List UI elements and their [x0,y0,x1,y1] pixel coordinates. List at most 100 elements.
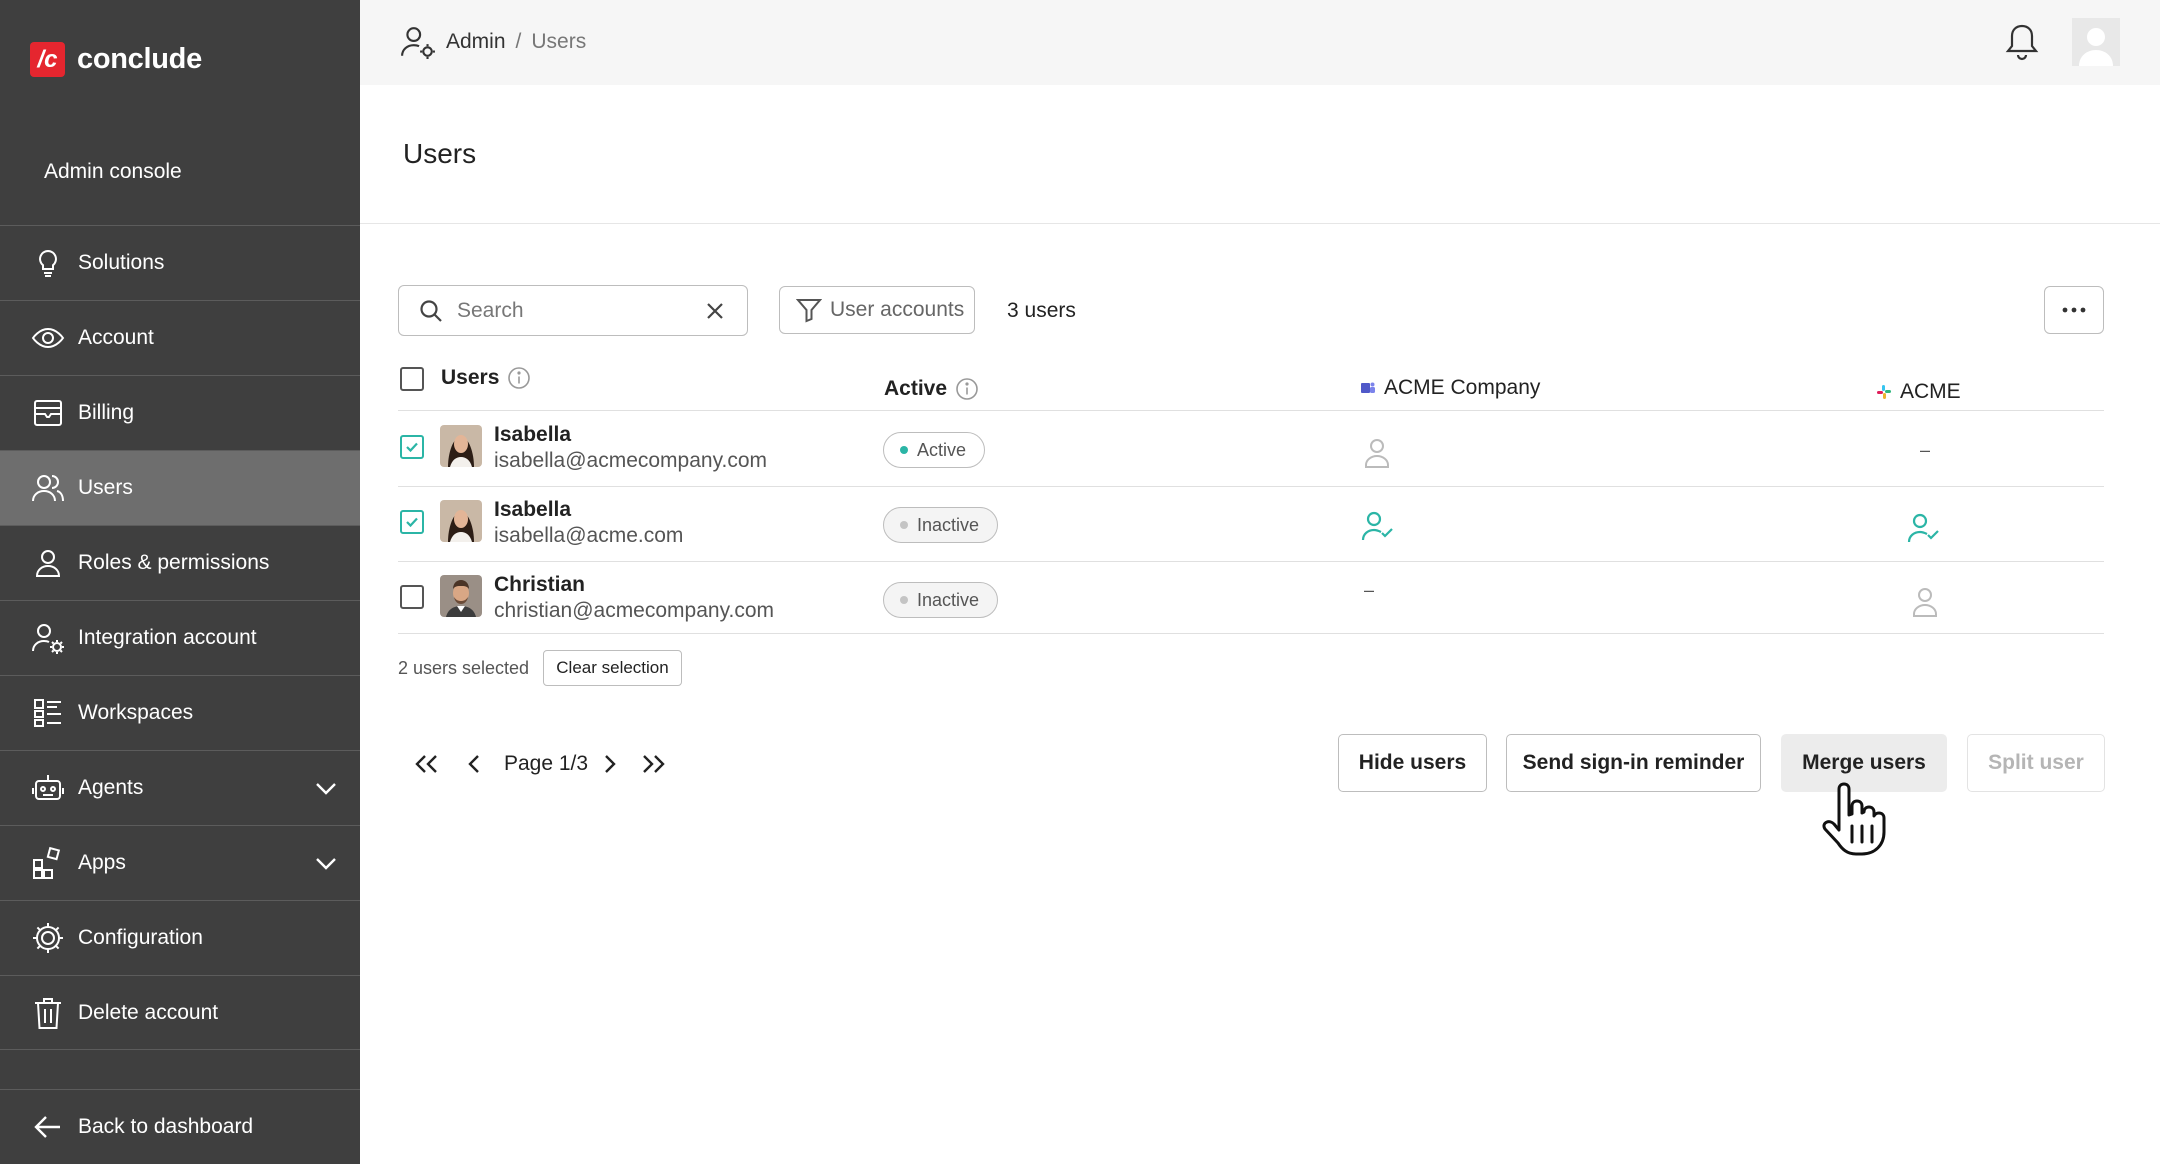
billing-icon [30,395,66,431]
sidebar-item-label: Configuration [78,926,203,949]
sidebar-item-integration[interactable]: Integration account [0,600,360,675]
search-input[interactable] [457,298,697,323]
admin-console-label: Admin console [44,160,182,183]
person-gear-icon [401,27,435,59]
last-page-button[interactable] [638,748,670,780]
page-title: Users [403,138,477,169]
avatar [440,500,482,542]
chevron-right-icon [605,755,616,773]
next-page-button[interactable] [594,748,626,780]
sidebar-item-users[interactable]: Users [0,450,360,525]
select-all-checkbox[interactable] [400,367,424,391]
teams-icon [1361,382,1375,393]
chevron-left-icon [468,755,479,773]
bell-icon[interactable] [2004,22,2040,62]
user-email: isabella@acmecompany.com [494,449,768,472]
sidebar-item-label: Roles & permissions [78,551,270,574]
previous-page-button[interactable] [458,748,490,780]
user-avatar[interactable] [2072,18,2120,66]
column-header-acme-company: ACME Company [1360,376,1540,400]
column-header-acme: ACME [1876,380,1961,404]
back-label: Back to dashboard [78,1115,254,1138]
sidebar: /c conclude Admin console Solutions Acco… [0,0,360,1164]
more-options-button[interactable] [2044,286,2104,334]
sidebar-item-label: Account [78,326,154,349]
logo-mark: /c [30,42,65,77]
status-label: Inactive [917,514,980,535]
info-icon[interactable] [955,377,979,401]
avatar [440,425,482,467]
close-icon[interactable] [705,301,725,321]
first-page-button[interactable] [410,748,442,780]
status-dot [900,521,908,529]
column-header-active: Active [884,377,979,401]
search-box[interactable] [398,285,748,336]
sidebar-item-workspaces[interactable]: Workspaces [0,675,360,750]
user-count: 3 users [1007,299,1076,322]
arrow-left-icon [30,1109,66,1145]
sidebar-item-solutions[interactable]: Solutions [0,225,360,300]
sidebar-item-label: Workspaces [78,701,194,724]
user-name: Isabella [494,423,572,446]
clear-selection-button[interactable]: Clear selection [543,650,682,686]
sidebar-item-label: Users [78,476,133,499]
brand-name: conclude [77,43,202,75]
breadcrumb: Admin / Users [400,24,586,60]
row-checkbox[interactable] [400,585,424,609]
double-chevron-right-icon [643,755,665,773]
hide-users-button[interactable]: Hide users [1338,734,1487,792]
chevron-down-icon[interactable] [314,851,338,875]
sidebar-item-label: Agents [78,776,144,799]
sidebar-item-label: Delete account [78,1000,219,1024]
breadcrumb-separator: / [515,30,522,53]
brand-logo[interactable]: /c conclude [30,42,202,77]
user-icon [1365,439,1389,468]
sidebar-item-configuration[interactable]: Configuration [0,900,360,975]
filter-label: User accounts [830,298,965,321]
column-header-users: Users [441,366,531,390]
robot-icon [30,770,66,806]
sidebar-item-billing[interactable]: Billing [0,375,360,450]
row-checkbox[interactable] [400,510,424,534]
sidebar-nav: Solutions Account Billing Users Roles & … [0,225,360,1050]
search-icon [420,299,442,322]
sidebar-item-roles[interactable]: Roles & permissions [0,525,360,600]
back-to-dashboard-link[interactable]: Back to dashboard [0,1089,360,1164]
row-divider [398,561,2104,562]
send-sign-in-reminder-button[interactable]: Send sign-in reminder [1506,734,1761,792]
sidebar-item-agents[interactable]: Agents [0,750,360,825]
split-user-button[interactable]: Split user [1967,734,2105,792]
sidebar-item-label: Integration account [78,626,257,649]
user-accounts-filter-button[interactable]: User accounts [779,286,975,334]
avatar [440,575,482,617]
row-checkbox[interactable] [400,435,424,459]
column-label: ACME [1900,380,1961,403]
user-email: isabella@acme.com [494,524,684,547]
sidebar-item-label: Apps [78,851,126,874]
filter-icon [796,299,822,323]
sidebar-item-label: Billing [78,401,135,424]
user-icon [1913,588,1937,617]
double-chevron-left-icon [415,755,437,773]
gear-icon [30,920,66,956]
sidebar-item-delete-account[interactable]: Delete account [0,975,360,1050]
lightbulb-icon [30,245,66,281]
status-badge: Inactive [883,582,999,618]
status-label: Inactive [917,589,980,610]
checkmark-icon [406,517,418,528]
sidebar-item-account[interactable]: Account [0,300,360,375]
status-dot [900,446,908,454]
status-label: Active [917,439,967,460]
page-indicator: Page 1/3 [504,752,589,775]
user-name: Christian [494,573,586,596]
user-check-icon [1907,513,1939,543]
column-label: ACME Company [1384,376,1541,399]
apps-icon [30,845,66,881]
sidebar-item-apps[interactable]: Apps [0,825,360,900]
chevron-down-icon[interactable] [314,776,338,800]
table-divider [398,410,2104,411]
column-label: Active [884,377,948,400]
breadcrumb-admin-link[interactable]: Admin [446,30,506,54]
divider [360,223,2160,224]
info-icon[interactable] [507,366,531,390]
